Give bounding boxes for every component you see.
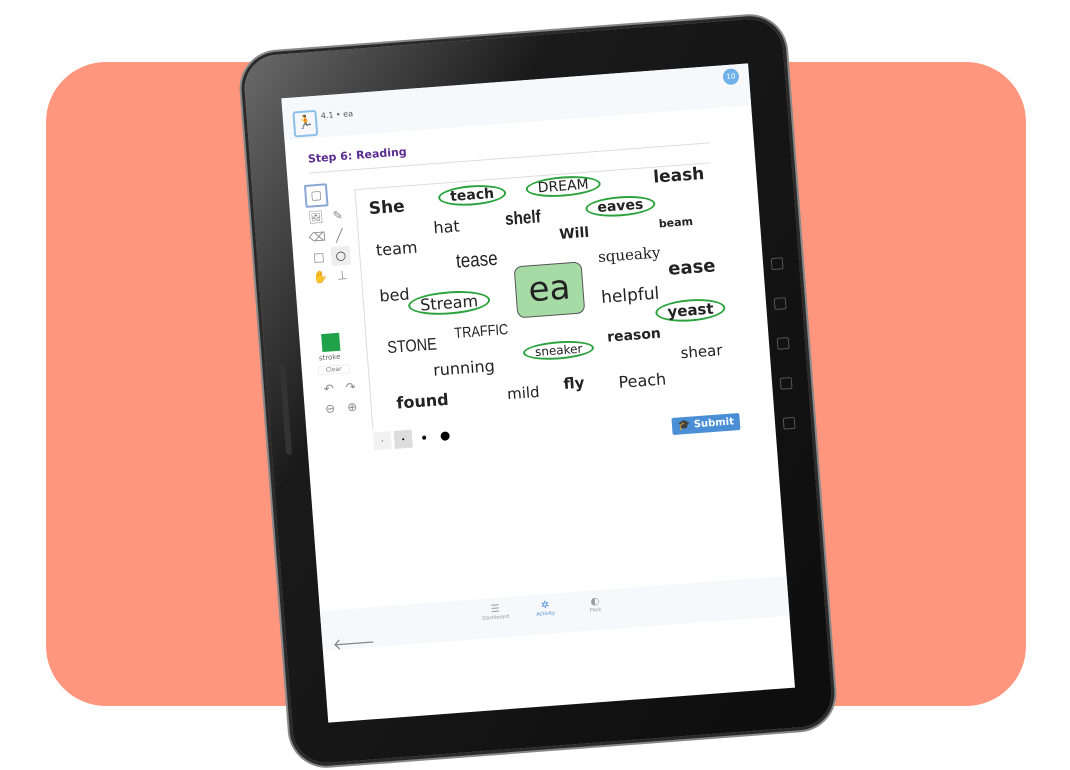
word-helpful[interactable]: helpful xyxy=(600,284,660,308)
word-peach[interactable]: Peach xyxy=(618,369,667,392)
back-arrow-icon[interactable]: 🡐 xyxy=(332,631,376,654)
word-running[interactable]: running xyxy=(432,356,495,380)
word-shelf[interactable]: shelf xyxy=(504,206,541,230)
nav-activity[interactable]: ✲ Activity xyxy=(525,599,566,619)
nav-dashboard[interactable]: ☰ Dashboard xyxy=(475,602,516,622)
pen-size-l[interactable] xyxy=(435,425,455,446)
word-beam[interactable]: beam xyxy=(658,215,693,231)
circle-tool-icon[interactable]: ○ xyxy=(330,245,352,267)
submit-label: Submit xyxy=(693,416,735,431)
word-dream[interactable]: DREAM xyxy=(525,173,602,200)
word-hat[interactable]: hat xyxy=(433,216,461,237)
word-yeast[interactable]: yeast xyxy=(654,296,727,324)
nav-pack[interactable]: ◐ Pack xyxy=(575,595,616,615)
clear-button[interactable]: Clear xyxy=(317,364,351,376)
bottom-nav: 🡐 ☰ Dashboard ✲ Activity ◐ Pack xyxy=(319,575,790,654)
center-word-card: ea xyxy=(513,261,586,319)
tablet-hw-button xyxy=(779,376,793,390)
word-tease[interactable]: tease xyxy=(455,248,498,274)
word-teach[interactable]: teach xyxy=(437,182,507,208)
word-mild[interactable]: mild xyxy=(506,383,540,403)
word-team[interactable]: team xyxy=(375,238,418,260)
tablet-hw-button xyxy=(776,337,790,350)
drawing-canvas[interactable]: ea She teach DREAM leash hat shelf eaves Will be… xyxy=(354,162,729,430)
stroke-label: stroke xyxy=(318,352,341,363)
pencil-tool-icon[interactable]: ✎ xyxy=(328,206,348,226)
submit-button[interactable]: 🎓 Submit xyxy=(671,412,741,436)
page-title: Step 6: Reading xyxy=(307,145,408,166)
pen-size-xs[interactable] xyxy=(372,430,392,450)
undo-icon[interactable]: ↶ xyxy=(319,379,339,399)
word-bed[interactable]: bed xyxy=(379,284,410,305)
word-squeaky[interactable]: squeaky xyxy=(597,243,661,266)
tablet-hw-button xyxy=(770,257,784,271)
word-found[interactable]: found xyxy=(396,390,449,413)
word-stream[interactable]: Stream xyxy=(407,288,491,318)
runner-icon[interactable]: 🏃 xyxy=(292,109,319,138)
tablet-hw-button xyxy=(782,416,796,430)
image-tool-icon[interactable]: 🖼 xyxy=(306,207,326,227)
word-fly[interactable]: fly xyxy=(563,374,585,394)
word-sneaker[interactable]: sneaker xyxy=(522,338,596,362)
word-will[interactable]: Will xyxy=(559,225,590,243)
app-screen: 🏃 4.1 • ea 10 Step 6: Reading ▢ 🖼 ✎ ⌫ ╱ … xyxy=(281,63,795,723)
rectangle-tool-icon[interactable]: □ xyxy=(309,247,329,267)
zoom-out-icon[interactable]: ⊖ xyxy=(320,399,340,419)
tablet-hw-button xyxy=(773,297,787,311)
word-ease[interactable]: ease xyxy=(667,255,716,279)
word-shear[interactable]: shear xyxy=(680,341,723,362)
word-traffic[interactable]: TRAFFIC xyxy=(454,321,509,342)
stamp-tool-icon[interactable]: ⊥ xyxy=(332,266,352,286)
graduation-cap-icon: 🎓 xyxy=(677,419,695,432)
zoom-in-icon[interactable]: ⊕ xyxy=(342,397,362,417)
pen-size-s[interactable] xyxy=(393,429,413,449)
breadcrumb: 4.1 • ea xyxy=(320,109,354,121)
hand-tool-icon[interactable]: ✋ xyxy=(310,267,330,287)
word-eaves[interactable]: eaves xyxy=(584,193,656,219)
redo-icon[interactable]: ↷ xyxy=(341,377,361,397)
avatar[interactable]: 10 xyxy=(722,68,740,86)
pen-size-m[interactable] xyxy=(414,427,434,447)
nav-label: Pack xyxy=(589,606,602,614)
nav-label: Dashboard xyxy=(482,613,510,622)
word-reason[interactable]: reason xyxy=(607,326,662,346)
tablet-device: 🏃 4.1 • ea 10 Step 6: Reading ▢ 🖼 ✎ ⌫ ╱ … xyxy=(242,16,834,766)
select-tool-icon[interactable]: ▢ xyxy=(303,183,329,208)
nav-label: Activity xyxy=(536,610,556,618)
tablet-side-button xyxy=(279,364,293,456)
line-tool-icon[interactable]: ╱ xyxy=(329,226,349,246)
word-she[interactable]: She xyxy=(368,197,405,220)
stroke-color-swatch[interactable] xyxy=(321,332,341,353)
word-stone[interactable]: STONE xyxy=(387,334,438,358)
app-header: 🏃 4.1 • ea 10 xyxy=(281,63,752,141)
eraser-tool-icon[interactable]: ⌫ xyxy=(307,227,327,247)
word-leash[interactable]: leash xyxy=(653,164,705,188)
drawing-toolbar: ▢ 🖼 ✎ ⌫ ╱ □ ○ ✋ ⊥ stroke Clear ↶ ↷ ⊖ ⊕ xyxy=(303,182,358,416)
